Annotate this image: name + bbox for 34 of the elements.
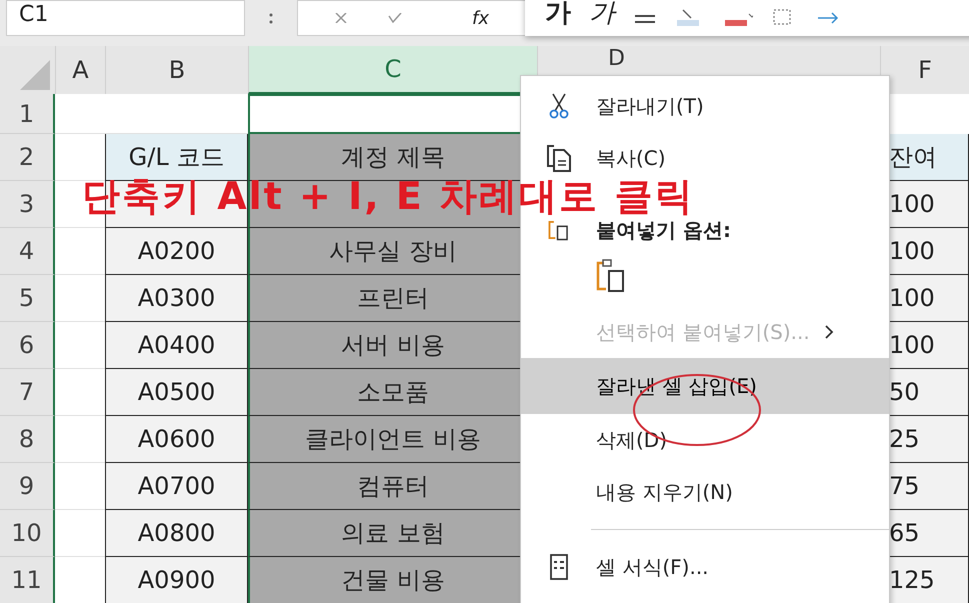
table-cell: A0400	[105, 322, 248, 369]
row-header[interactable]: 8	[0, 416, 55, 463]
column-header[interactable]: C	[248, 46, 537, 94]
row-header[interactable]: 2	[0, 134, 55, 181]
bold-button[interactable]: 가	[545, 0, 571, 28]
italic-button[interactable]: 가	[589, 0, 615, 28]
format-cells-icon	[548, 554, 568, 580]
table-cell: A0300	[105, 275, 248, 322]
table-cell: A0600	[105, 416, 248, 463]
drag-handle-icon	[269, 12, 273, 26]
row-header[interactable]: 9	[0, 463, 55, 510]
copy-icon	[546, 144, 572, 172]
check-icon[interactable]	[388, 13, 402, 23]
table-cell: A0200	[105, 228, 248, 275]
row-header[interactable]: 1	[0, 94, 55, 134]
function-button[interactable]: fx	[472, 8, 489, 28]
row-header[interactable]: 6	[0, 322, 55, 369]
chevron-right-icon	[824, 324, 834, 340]
row-header[interactable]: 11	[0, 557, 55, 603]
scissors-icon	[548, 93, 570, 119]
row-header[interactable]: 4	[0, 228, 55, 275]
table-cell: A0800	[105, 510, 248, 557]
row-header[interactable]: 10	[0, 510, 55, 557]
table-cell: A0500	[105, 369, 248, 416]
row-header[interactable]: 3	[0, 181, 55, 228]
name-box[interactable]: C1	[6, 0, 245, 36]
table-cell: A0900	[105, 557, 248, 603]
paste-icon[interactable]	[596, 259, 626, 293]
table-cell: A0700	[105, 463, 248, 510]
close-icon[interactable]	[334, 13, 348, 23]
paste-icon	[548, 219, 570, 241]
row-header[interactable]: 5	[0, 275, 55, 322]
row-header[interactable]: 7	[0, 369, 55, 416]
column-header[interactable]: A	[55, 46, 105, 94]
